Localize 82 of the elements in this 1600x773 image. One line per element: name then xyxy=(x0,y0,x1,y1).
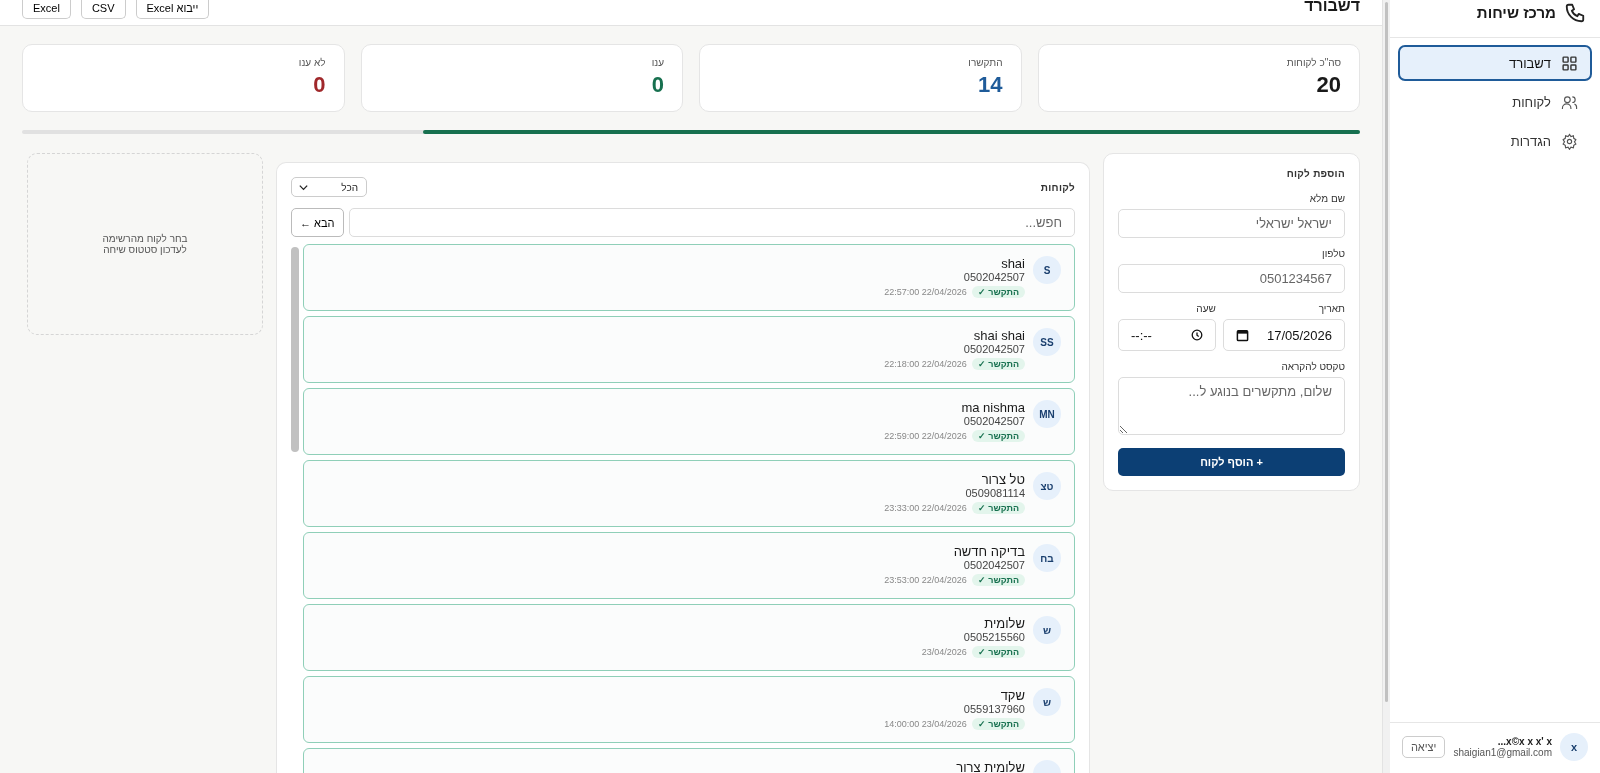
stat-value: 0 xyxy=(313,72,326,98)
customer-phone: 0505215560 xyxy=(963,631,1025,643)
status-badge: התקשר ✓ xyxy=(971,718,1025,730)
customer-avatar: ש xyxy=(1033,688,1061,716)
stat-value: 20 xyxy=(1316,72,1341,98)
grid-icon xyxy=(1561,54,1578,72)
stat-label: לא ענו xyxy=(298,57,326,68)
search-field[interactable]: חפש... xyxy=(348,208,1075,237)
text-field[interactable]: שלום, מתקשרים בנוגע ל... xyxy=(1118,377,1345,435)
hint-text: לעדכון סטטוס שיחה xyxy=(103,244,187,255)
customer-name: שקד xyxy=(1000,688,1025,703)
field-label: טלפון xyxy=(1321,248,1345,259)
customer-name: שלומית xyxy=(984,616,1025,631)
customer-avatar: ש xyxy=(1033,616,1061,644)
customer-phone: 0502042507 xyxy=(963,415,1025,427)
status-badge: התקשר ✓ xyxy=(971,646,1025,658)
status-badge: התקשר ✓ xyxy=(971,358,1025,370)
settings-icon xyxy=(1561,132,1578,150)
customer-avatar: SS xyxy=(1033,328,1061,356)
customer-avatar: בח xyxy=(1033,544,1061,572)
logout-button[interactable]: יציאה xyxy=(1401,736,1446,758)
name-field[interactable]: ישראל ישראלי xyxy=(1118,209,1345,238)
phone-icon xyxy=(1564,1,1586,24)
customer-avatar: MN xyxy=(1033,400,1061,428)
call-time: 22/04/2026 23:33:00 xyxy=(884,503,967,513)
customer-phone: 0502042507 xyxy=(963,271,1025,283)
customer-phone: 0559137960 xyxy=(963,703,1025,715)
customer-name: בדיקה חדשה xyxy=(953,544,1025,559)
panel-title: הוספת לקוח xyxy=(1285,168,1345,179)
filter-dropdown[interactable]: הכל xyxy=(291,177,367,197)
nav-item[interactable]: הגדרות xyxy=(1397,123,1592,159)
customer-name: טל צרור xyxy=(981,472,1025,487)
call-time: 22/04/2026 22:57:00 xyxy=(884,287,967,297)
call-time: 22/04/2026 23:53:00 xyxy=(884,575,967,585)
clock-icon xyxy=(1190,329,1203,341)
field-label: שם מלא xyxy=(1308,193,1345,204)
user-email: shaigian1@gmail.com xyxy=(1453,747,1552,758)
nav-item[interactable]: דשבורד xyxy=(1397,45,1592,81)
customer-phone: 0502042507 xyxy=(963,343,1025,355)
call-time: 23/04/2026 xyxy=(921,647,967,657)
customer-name: shai shai xyxy=(973,328,1025,343)
customer-name: שלומית צרור xyxy=(956,760,1025,773)
stat-label: סה"כ לקוחות xyxy=(1286,57,1341,68)
nav-item[interactable]: לקוחות xyxy=(1397,84,1592,120)
customer-card[interactable]: שלומית צרור xyxy=(303,748,1075,773)
page-title: דשבורד xyxy=(1304,0,1360,15)
stat-value: 0 xyxy=(651,72,664,98)
add-customer-button[interactable]: + הוסף לקוח xyxy=(1118,448,1345,476)
phone-field[interactable]: 0501234567 xyxy=(1118,264,1345,293)
field-label: תאריך xyxy=(1317,303,1345,314)
stat-label: התקשרו xyxy=(968,57,1003,68)
calendar-icon xyxy=(1235,328,1249,342)
user-avatar: x xyxy=(1560,733,1588,761)
customer-phone: 0502042507 xyxy=(963,559,1025,571)
export-button[interactable]: ייבוא Excel xyxy=(135,0,210,19)
app-title: מרכז שיחות xyxy=(1476,4,1556,21)
date-field[interactable]: 17/05/2026 xyxy=(1222,319,1345,351)
time-field[interactable]: --:-- xyxy=(1118,319,1216,351)
scrollbar[interactable] xyxy=(1383,0,1390,773)
stat-value: 14 xyxy=(978,72,1003,98)
next-button[interactable]: הבא ← xyxy=(291,208,344,237)
customer-phone: 0509081114 xyxy=(965,487,1025,499)
customer-name: shai xyxy=(1001,256,1025,271)
users-icon xyxy=(1561,93,1578,111)
call-time: 23/04/2026 14:00:00 xyxy=(884,719,967,729)
customer-avatar: S xyxy=(1033,256,1061,284)
customer-avatar: טצ xyxy=(1033,472,1061,500)
hint-text: בחר לקוח מהרשימה xyxy=(102,233,188,244)
panel-title: לקוחות xyxy=(1040,181,1075,193)
user-name: x©x x x' x... xyxy=(1496,736,1552,747)
export-button[interactable]: Excel xyxy=(22,0,71,19)
stat-label: ענו xyxy=(651,57,664,68)
export-button[interactable]: CSV xyxy=(80,0,126,19)
status-badge: התקשר ✓ xyxy=(971,430,1025,442)
field-label: טקסט להקראה xyxy=(1280,361,1345,372)
call-time: 22/04/2026 22:59:00 xyxy=(884,431,967,441)
field-label: שעה xyxy=(1195,303,1216,314)
call-time: 22/04/2026 22:18:00 xyxy=(884,359,967,369)
status-badge: התקשר ✓ xyxy=(971,286,1025,298)
status-badge: התקשר ✓ xyxy=(971,502,1025,514)
status-badge: התקשר ✓ xyxy=(971,574,1025,586)
customer-name: ma nishma xyxy=(961,400,1025,415)
